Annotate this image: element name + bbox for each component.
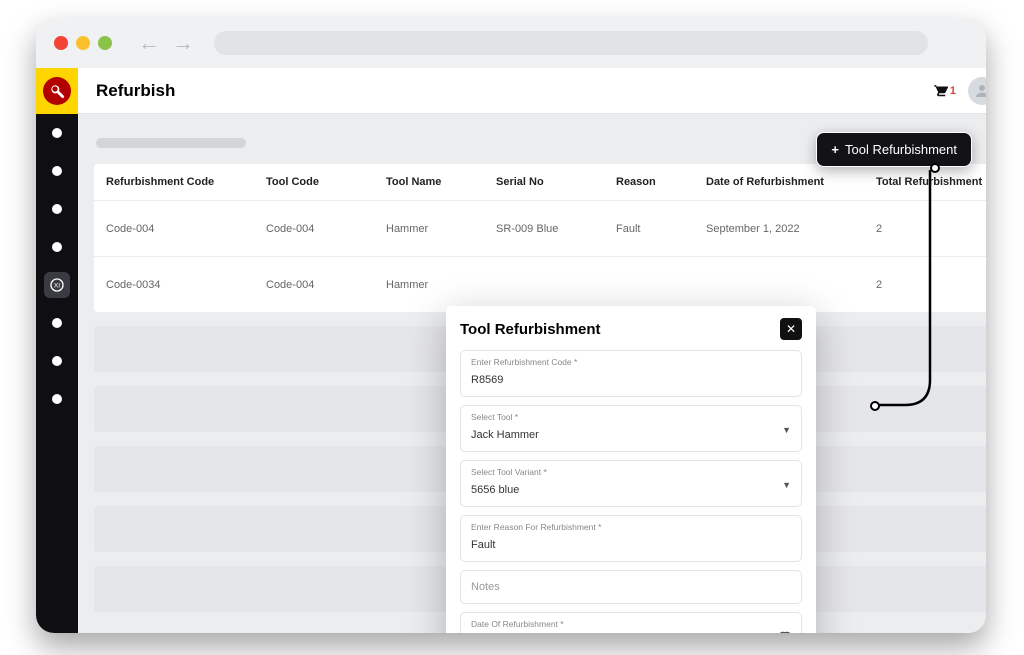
cart-icon <box>931 82 949 100</box>
app-logo[interactable] <box>36 68 78 114</box>
refurbishment-code-field[interactable]: Enter Refurbishment Code * R8569 <box>460 350 802 397</box>
table-header-row: Refurbishment Code Tool Code Tool Name S… <box>94 164 986 200</box>
chevron-down-icon: ▼ <box>782 425 791 435</box>
skeleton-bar <box>96 138 246 148</box>
browser-frame: ← → XI Refurbish <box>36 18 986 633</box>
th-tool-code: Tool Code <box>266 176 386 188</box>
callout-connector <box>875 170 935 410</box>
tool-refurbishment-modal: Tool Refurbishment ✕ Enter Refurbishment… <box>446 306 816 633</box>
table-row[interactable]: Code-004 Code-004 Hammer SR-009 Blue Fau… <box>94 200 986 256</box>
date-field[interactable]: Date Of Refurbishment * 9/17/2022 <box>460 612 802 633</box>
url-bar[interactable] <box>214 31 928 55</box>
add-button-label: Tool Refurbishment <box>845 142 957 157</box>
sidebar-item-7[interactable] <box>52 394 62 404</box>
select-tool-field[interactable]: Select Tool * Jack Hammer ▼ <box>460 405 802 452</box>
sidebar-item-5[interactable] <box>52 318 62 328</box>
nav-forward-icon[interactable]: → <box>172 30 194 56</box>
reason-field[interactable]: Enter Reason For Refurbishment * Fault <box>460 515 802 562</box>
cell-tool-name: Hammer <box>386 223 496 235</box>
field-label: Enter Reason For Refurbishment * <box>471 522 791 532</box>
nav-back-icon[interactable]: ← <box>138 30 160 56</box>
sidebar-item-6[interactable] <box>52 356 62 366</box>
plus-icon: + <box>831 142 839 157</box>
cell-code: Code-004 <box>106 223 266 235</box>
calendar-icon <box>779 630 791 634</box>
svg-text:XI: XI <box>54 283 60 290</box>
field-value: 5656 blue <box>471 484 519 496</box>
select-variant-field[interactable]: Select Tool Variant * 5656 blue ▼ <box>460 460 802 507</box>
sidebar-item-active[interactable]: XI <box>44 272 70 298</box>
th-tool-name: Tool Name <box>386 176 496 188</box>
window-close-dot[interactable] <box>54 36 68 50</box>
field-value: Jack Hammer <box>471 429 539 441</box>
chevron-down-icon: ▼ <box>782 480 791 490</box>
sidebar-item-3[interactable] <box>52 204 62 214</box>
sidebar-item-4[interactable] <box>52 242 62 252</box>
modal-title: Tool Refurbishment <box>460 321 601 338</box>
sidebar-item-1[interactable] <box>52 128 62 138</box>
field-label: Date Of Refurbishment * <box>471 619 791 629</box>
user-icon <box>973 82 986 100</box>
cart-count: 1 <box>950 85 956 97</box>
field-label: Enter Refurbishment Code * <box>471 357 791 367</box>
avatar[interactable] <box>968 77 986 105</box>
add-tool-refurbishment-button[interactable]: + Tool Refurbishment <box>816 132 972 167</box>
window-minimize-dot[interactable] <box>76 36 90 50</box>
browser-chrome-bar: ← → <box>36 18 986 68</box>
field-label: Select Tool Variant * <box>471 467 791 477</box>
page-title: Refurbish <box>96 81 175 101</box>
refurbishment-table: Refurbishment Code Tool Code Tool Name S… <box>94 164 986 312</box>
th-code: Refurbishment Code <box>106 176 266 188</box>
callout-marker-button <box>930 163 940 173</box>
field-value: Fault <box>471 539 495 551</box>
cell-tool-name: Hammer <box>386 279 496 291</box>
modal-close-button[interactable]: ✕ <box>780 318 802 340</box>
field-value: R8569 <box>471 374 503 386</box>
th-date: Date of Refurbishment <box>706 176 876 188</box>
cell-serial: SR-009 Blue <box>496 223 616 235</box>
cart-button[interactable]: 1 <box>931 82 956 100</box>
cell-tool-code: Code-004 <box>266 223 386 235</box>
cell-tool-code: Code-004 <box>266 279 386 291</box>
notes-field[interactable]: Notes <box>460 570 802 604</box>
field-label: Select Tool * <box>471 412 791 422</box>
th-serial: Serial No <box>496 176 616 188</box>
sidebar-item-2[interactable] <box>52 166 62 176</box>
wrench-icon <box>43 77 71 105</box>
table-row[interactable]: Code-0034 Code-004 Hammer 2 <box>94 256 986 312</box>
cell-code: Code-0034 <box>106 279 266 291</box>
sidebar: XI <box>36 68 78 633</box>
topbar: Refurbish 1 <box>78 68 986 114</box>
cell-date: September 1, 2022 <box>706 223 876 235</box>
field-placeholder: Notes <box>471 575 500 599</box>
th-reason: Reason <box>616 176 706 188</box>
close-icon: ✕ <box>786 322 796 336</box>
window-maximize-dot[interactable] <box>98 36 112 50</box>
callout-marker-modal <box>870 401 880 411</box>
cell-reason: Fault <box>616 223 706 235</box>
